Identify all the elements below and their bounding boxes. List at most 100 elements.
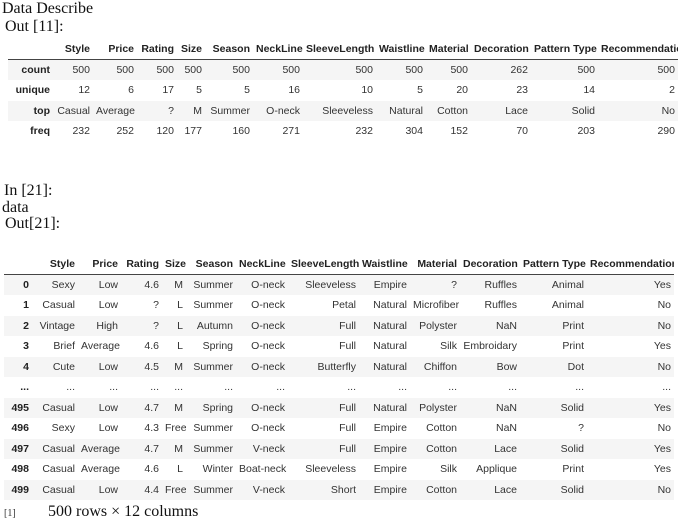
table-cell: Full [339,401,356,414]
row-index: 496 [11,422,29,435]
table-cell: 4.6 [144,463,159,476]
row-index: 498 [11,463,29,476]
column-header: SleeveLength [303,38,376,60]
table-cell: Sexy [51,279,75,291]
table-cell: Solid [571,104,595,117]
table-cell: 12 [78,84,90,97]
table-cell: 500 [657,64,675,76]
table-cell: M [174,360,183,373]
table-cell: No [657,319,671,332]
table-row: 495 Casual Low 4.7 M Spring O-neck Full Natural P… [4,397,674,418]
table-cell: Ruffles [484,299,518,312]
table-row: ....................................... [4,377,674,398]
table-row: 497 Casual Average 4.7 M Summer V-neck Full Empi… [4,438,674,459]
table-cell: O-neck [251,422,285,435]
table-row: 498 Casual Average 4.6 L Winter Boat-neck Sleev… [4,459,674,480]
table-cell: ... [150,381,159,394]
table-cell: M [174,279,183,291]
table-cell: Casual [57,104,90,117]
column-header: Price [78,253,121,275]
row-index: unique [15,84,50,97]
table-cell: NaN [495,422,517,435]
table-cell: ... [109,381,118,394]
row-index: freq [30,125,50,138]
column-header [8,38,53,60]
table-cell: Casual [42,463,75,476]
table-cell: Full [339,319,356,332]
table-cell: Full [339,442,356,455]
table-cell: ... [448,381,457,394]
column-header: Style [32,253,78,275]
table-cell: Low [98,483,118,496]
table-cell: Low [98,422,118,435]
table-cell: Print [562,340,584,353]
column-header: Material [410,253,460,275]
table-cell: V-neck [252,442,285,455]
table-cell: Animal [551,279,584,291]
header-row: Style Price Rating Size Season NeckLine Sleeve… [4,253,674,275]
table-cell: O-neck [251,360,285,373]
table-cell: NaN [495,401,517,414]
table-cell: ? [153,319,159,332]
table-cell: Sleeveless [305,279,356,291]
column-header: Recommendation [598,38,678,60]
table-cell: Lace [505,104,528,117]
header-row: Style Price Rating Size Season NeckLine Sleeve… [8,38,678,60]
table-cell: 17 [162,84,174,97]
table-cell: Lace [494,483,517,496]
column-header: Season [205,38,253,60]
out-label-21: Out[21]: [5,215,61,232]
table-cell: Polyster [419,401,457,414]
table-cell: Average [81,340,120,353]
table-cell: ... [174,381,183,394]
table-cell: Ruffles [484,279,518,291]
table-cell: Cotton [426,483,457,496]
table-cell: 262 [510,64,528,76]
row-index: 499 [11,483,29,496]
table-cell: Polyster [419,319,457,332]
table-cell: Cotton [437,104,468,117]
table-cell: Summer [210,104,250,117]
table-cell: Low [98,279,118,291]
table-row: 4 Cute Low 4.5 M Summer O-neck Butterfly Natural… [4,356,674,377]
table-cell: O-neck [251,279,285,291]
table-cell: Average [81,463,120,476]
row-index: 0 [23,279,29,291]
table-cell: Casual [42,442,75,455]
table-cell: Winter [202,463,233,476]
table-cell: 4.3 [144,422,159,435]
table-cell: 500 [577,64,595,76]
table-cell: M [174,401,183,414]
row-index: 497 [11,442,29,455]
table-cell: Natural [373,299,407,312]
table-cell: 4.6 [144,279,159,291]
table-cell: Empire [373,422,407,435]
row-index: 3 [23,340,29,353]
table-cell: NaN [495,319,517,332]
table-cell: O-neck [251,319,285,332]
table-row: 2 Vintage High? L Autumn O-neck Full Natural Pol… [4,315,674,336]
column-header: Rating [121,253,162,275]
out-label-11: Out [11]: [5,18,64,35]
table-cell: Summer [193,360,233,373]
table-cell: 500 [450,64,468,76]
table-cell: Bow [496,360,517,373]
table-cell: Casual [42,483,75,496]
section-title: Data Describe [2,0,94,17]
table-cell: 500 [355,64,373,76]
table-cell: Embroidary [463,340,517,353]
table-cell: 304 [405,125,423,138]
table-cell: Cotton [426,442,457,455]
table-cell: 290 [657,125,675,138]
table-cell: Print [562,319,584,332]
table-cell: 5 [196,84,202,97]
table-cell: L [177,319,183,332]
column-header: Pattern Type [520,253,587,275]
table-cell: ... [575,381,584,394]
column-header: NeckLine [253,38,303,60]
table-row: 3 Brief Average 4.6 L Spring O-neck Full Natural… [4,336,674,357]
column-header: Size [177,38,205,60]
row-index: 1 [23,299,29,312]
table-cell: 4.5 [144,360,159,373]
table-cell: Natural [373,360,407,373]
